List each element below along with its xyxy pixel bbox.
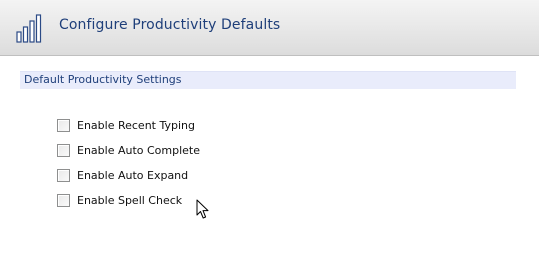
mouse-cursor-icon: [196, 199, 209, 219]
enable-auto-expand-checkbox[interactable]: [57, 168, 70, 182]
page-title: Configure Productivity Defaults: [59, 17, 281, 33]
enable-recent-typing-option[interactable]: Enable Recent Typing: [57, 117, 195, 133]
enable-spell-check-checkbox[interactable]: [57, 193, 70, 207]
enable-auto-expand-option[interactable]: Enable Auto Expand: [57, 167, 188, 183]
enable-auto-expand-label[interactable]: Enable Auto Expand: [77, 169, 188, 182]
section-header: Default Productivity Settings: [20, 71, 516, 89]
enable-recent-typing-label[interactable]: Enable Recent Typing: [77, 119, 195, 132]
section-title: Default Productivity Settings: [24, 73, 182, 86]
productivity-bars-icon: [16, 14, 42, 43]
enable-auto-complete-checkbox[interactable]: [57, 143, 70, 157]
enable-recent-typing-checkbox[interactable]: [57, 118, 70, 132]
enable-auto-complete-label[interactable]: Enable Auto Complete: [77, 144, 200, 157]
enable-spell-check-option[interactable]: Enable Spell Check: [57, 192, 182, 208]
enable-auto-complete-option[interactable]: Enable Auto Complete: [57, 142, 200, 158]
enable-spell-check-label[interactable]: Enable Spell Check: [77, 194, 182, 207]
dialog-header: Configure Productivity Defaults: [0, 0, 539, 56]
